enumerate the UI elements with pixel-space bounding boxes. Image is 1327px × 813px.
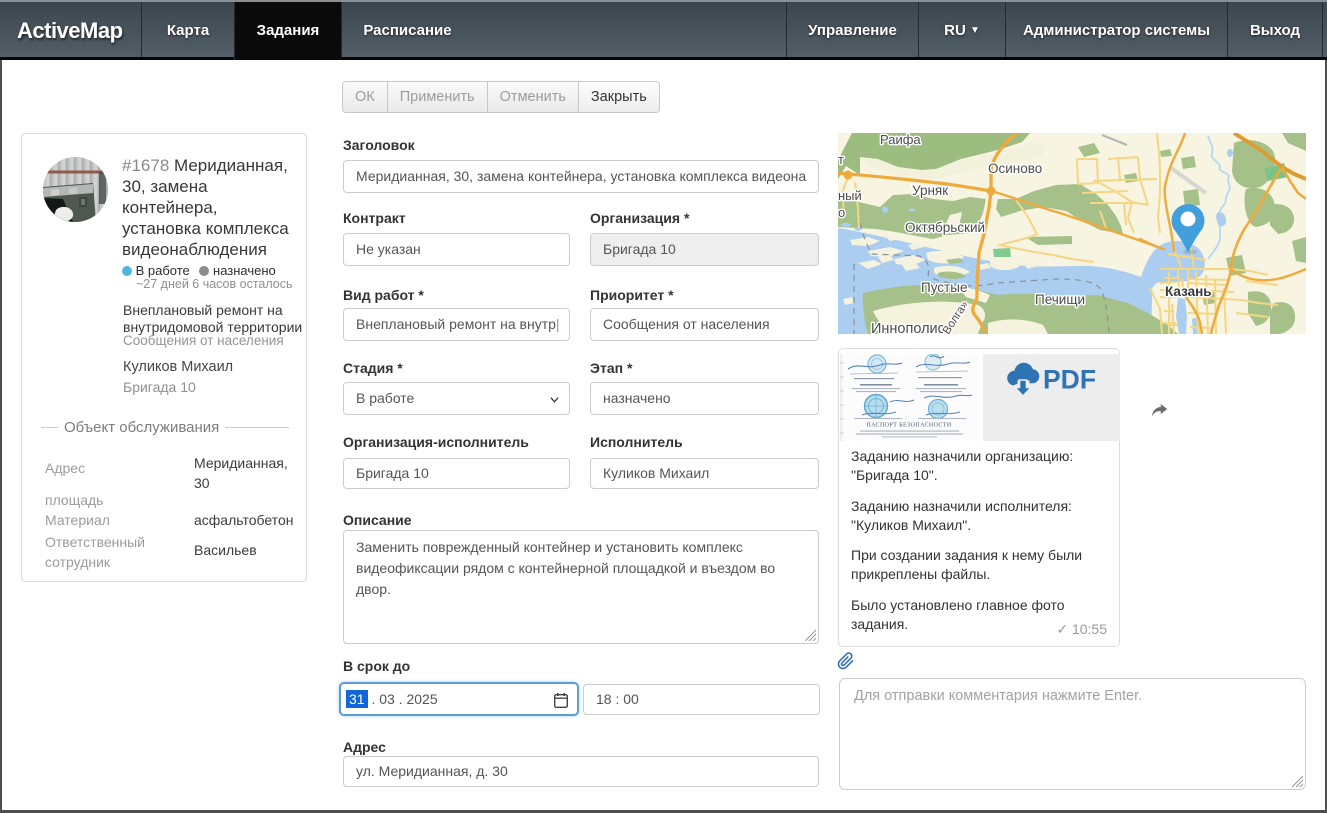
svg-text:Октябрьский: Октябрьский: [905, 220, 985, 235]
svg-text:PDF: PDF: [1043, 365, 1096, 395]
svg-text:Печищи: Печищи: [1035, 292, 1085, 307]
svg-text:Пустые: Пустые: [921, 280, 967, 295]
svg-text:Раифа: Раифа: [880, 133, 921, 147]
svg-text:т: т: [838, 152, 844, 167]
svg-text:Осиново: Осиново: [988, 161, 1042, 176]
svg-text:Урняк: Урняк: [912, 183, 948, 198]
svg-text:Иннополис: Иннополис: [871, 321, 945, 334]
svg-text:ный: ный: [838, 188, 862, 203]
svg-text:ПАСПОРТ БЕЗОПАСНОСТИ: ПАСПОРТ БЕЗОПАСНОСТИ: [866, 423, 952, 429]
svg-text:о: о: [838, 205, 845, 220]
svg-text:Казань: Казань: [1165, 284, 1212, 299]
